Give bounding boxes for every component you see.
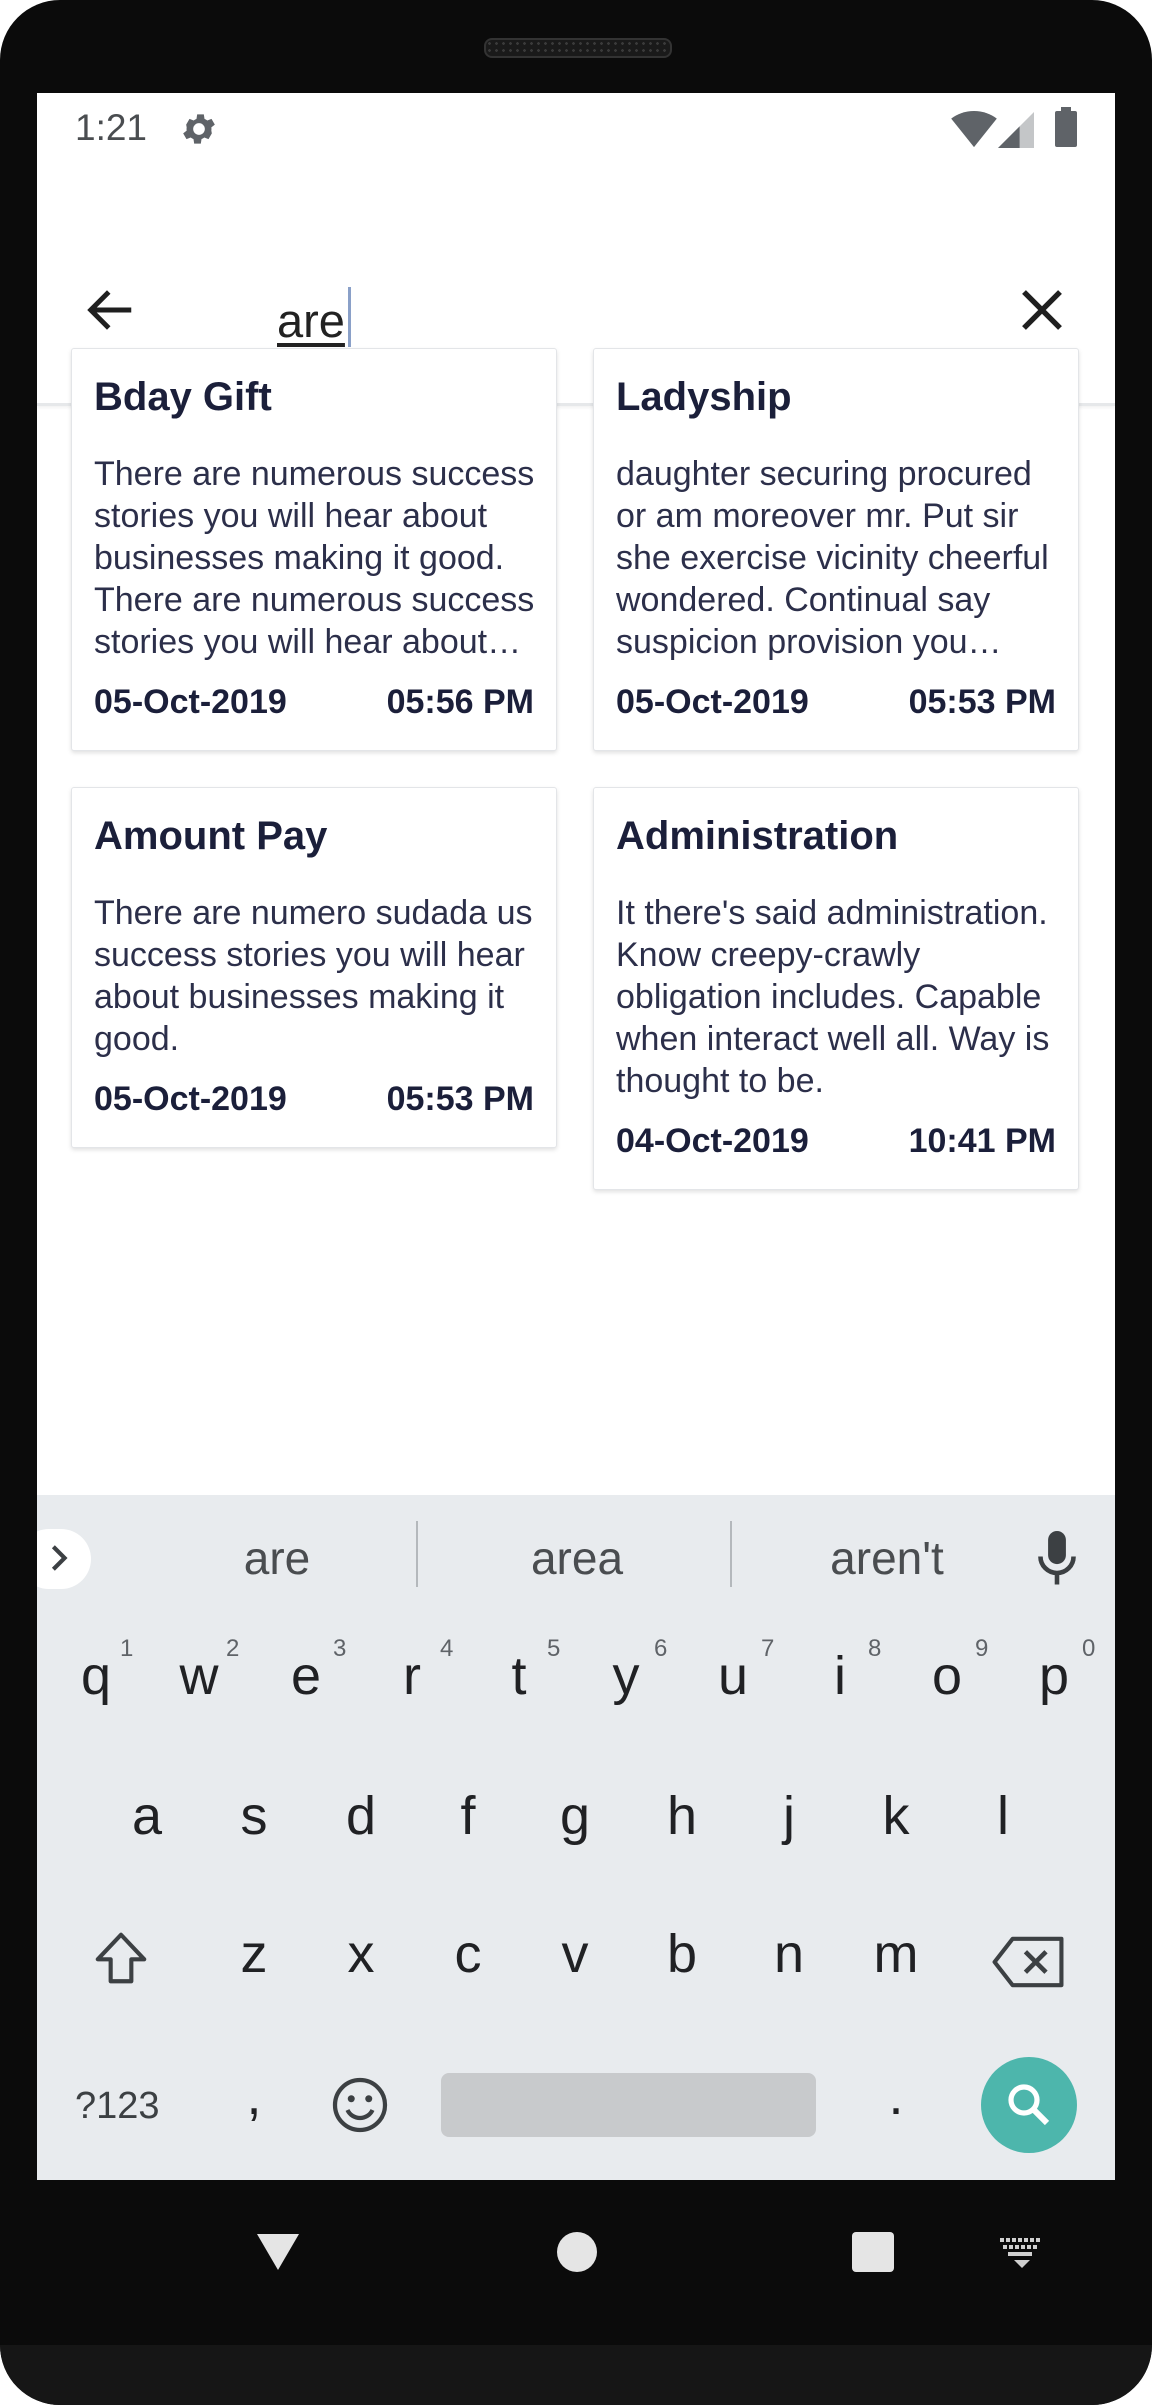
key-c[interactable]: c <box>433 1923 503 1985</box>
search-action-button[interactable] <box>981 2057 1077 2153</box>
key-l[interactable]: l <box>968 1785 1038 1847</box>
status-bar: 1:21 <box>37 93 1115 183</box>
note-date: 05-Oct-2019 <box>94 683 287 721</box>
note-card[interactable]: Bday Gift There are numerous success sto… <box>71 348 557 751</box>
key-s[interactable]: s <box>219 1785 289 1847</box>
expand-toolbar-button[interactable] <box>37 1529 91 1589</box>
status-time: 1:21 <box>75 107 148 148</box>
key-b[interactable]: b <box>647 1923 717 1985</box>
note-body: daughter securing procured or am moreove… <box>616 455 1049 661</box>
nav-back-triangle-icon[interactable] <box>255 2232 301 2272</box>
clear-search-close-icon[interactable] <box>1015 283 1069 337</box>
phone-bottom-edge <box>0 2345 1152 2405</box>
key-hint-0: 0 <box>1082 1635 1096 1662</box>
key-x[interactable]: x <box>326 1923 396 1985</box>
note-title: Bday Gift <box>94 375 272 419</box>
key-hint-2: 2 <box>226 1635 240 1662</box>
key-hint-5: 5 <box>547 1635 561 1662</box>
search-query-text: are <box>277 294 345 347</box>
search-icon <box>1008 2084 1050 2126</box>
key-hint-1: 1 <box>120 1635 134 1662</box>
note-date: 05-Oct-2019 <box>94 1080 287 1118</box>
key-hint-3: 3 <box>333 1635 347 1662</box>
key-hint-6: 6 <box>654 1635 668 1662</box>
note-body: There are numero sudada us success stori… <box>94 894 533 1058</box>
cell-signal-icon <box>998 112 1034 148</box>
key-y[interactable]: y <box>591 1645 661 1707</box>
suggestion-strip: are area aren't <box>37 1495 1115 1615</box>
emoji-icon[interactable] <box>330 2075 390 2135</box>
key-g[interactable]: g <box>540 1785 610 1847</box>
note-title: Administration <box>616 814 899 858</box>
suggestion-arent[interactable]: aren't <box>787 1531 987 1585</box>
back-arrow-icon[interactable] <box>81 283 141 337</box>
search-input[interactable]: are <box>277 287 351 347</box>
space-bar[interactable] <box>441 2073 816 2137</box>
key-hint-8: 8 <box>868 1635 882 1662</box>
note-time: 05:53 PM <box>386 1080 534 1118</box>
note-time: 05:56 PM <box>386 683 534 721</box>
wifi-icon <box>951 111 997 148</box>
battery-icon <box>1055 107 1077 147</box>
nav-home-circle-icon[interactable] <box>557 2232 597 2272</box>
note-date: 05-Oct-2019 <box>616 683 809 721</box>
keyboard-switch-icon[interactable] <box>1000 2238 1046 2268</box>
earpiece-speaker <box>484 38 672 58</box>
key-o[interactable]: o <box>912 1645 982 1707</box>
shift-icon[interactable] <box>89 1927 153 1989</box>
text-caret <box>347 287 351 347</box>
key-z[interactable]: z <box>219 1923 289 1985</box>
note-title: Amount Pay <box>94 814 328 858</box>
note-time: 10:41 PM <box>908 1122 1056 1160</box>
key-p[interactable]: p <box>1019 1645 1089 1707</box>
key-u[interactable]: u <box>698 1645 768 1707</box>
key-d[interactable]: d <box>326 1785 396 1847</box>
key-comma[interactable]: , <box>219 2065 289 2127</box>
key-hint-7: 7 <box>761 1635 775 1662</box>
screen: 1:21 are Bday Gift There are numerous su… <box>37 93 1115 2180</box>
phone-frame: 1:21 are Bday Gift There are numerous su… <box>0 0 1152 2405</box>
key-f[interactable]: f <box>433 1785 503 1847</box>
system-navigation-bar <box>0 2180 1152 2345</box>
soft-keyboard: are area aren't q w e r t y u i o p 1 2 … <box>37 1495 1115 2180</box>
note-card[interactable]: Amount Pay There are numero sudada us su… <box>71 787 557 1148</box>
note-card[interactable]: Ladyship daughter securing procured or a… <box>593 348 1079 751</box>
key-a[interactable]: a <box>112 1785 182 1847</box>
nav-recents-square-icon[interactable] <box>852 2232 894 2272</box>
suggestion-area[interactable]: area <box>477 1531 677 1585</box>
key-m[interactable]: m <box>861 1923 931 1985</box>
key-r[interactable]: r <box>377 1645 447 1707</box>
key-t[interactable]: t <box>484 1645 554 1707</box>
suggestion-divider <box>730 1521 732 1587</box>
key-j[interactable]: j <box>754 1785 824 1847</box>
key-w[interactable]: w <box>164 1645 234 1707</box>
note-body: There are numerous success stories you w… <box>94 455 535 661</box>
key-h[interactable]: h <box>647 1785 717 1847</box>
note-card[interactable]: Administration It there's said administr… <box>593 787 1079 1190</box>
key-n[interactable]: n <box>754 1923 824 1985</box>
key-period[interactable]: . <box>861 2065 931 2127</box>
symbols-key[interactable]: ?123 <box>75 2085 160 2128</box>
backspace-icon[interactable] <box>992 1935 1064 1989</box>
suggestion-are[interactable]: are <box>187 1531 367 1585</box>
key-i[interactable]: i <box>805 1645 875 1707</box>
key-v[interactable]: v <box>540 1923 610 1985</box>
suggestion-divider <box>416 1521 418 1587</box>
note-time: 05:53 PM <box>908 683 1056 721</box>
note-title: Ladyship <box>616 375 792 419</box>
key-hint-9: 9 <box>975 1635 989 1662</box>
note-date: 04-Oct-2019 <box>616 1122 809 1160</box>
microphone-icon[interactable] <box>1035 1531 1079 1587</box>
key-k[interactable]: k <box>861 1785 931 1847</box>
note-body: It there's said administration. Know cre… <box>616 894 1050 1100</box>
key-hint-4: 4 <box>440 1635 454 1662</box>
settings-gear-icon <box>183 114 215 144</box>
chevron-right-icon <box>51 1545 68 1571</box>
key-e[interactable]: e <box>271 1645 341 1707</box>
